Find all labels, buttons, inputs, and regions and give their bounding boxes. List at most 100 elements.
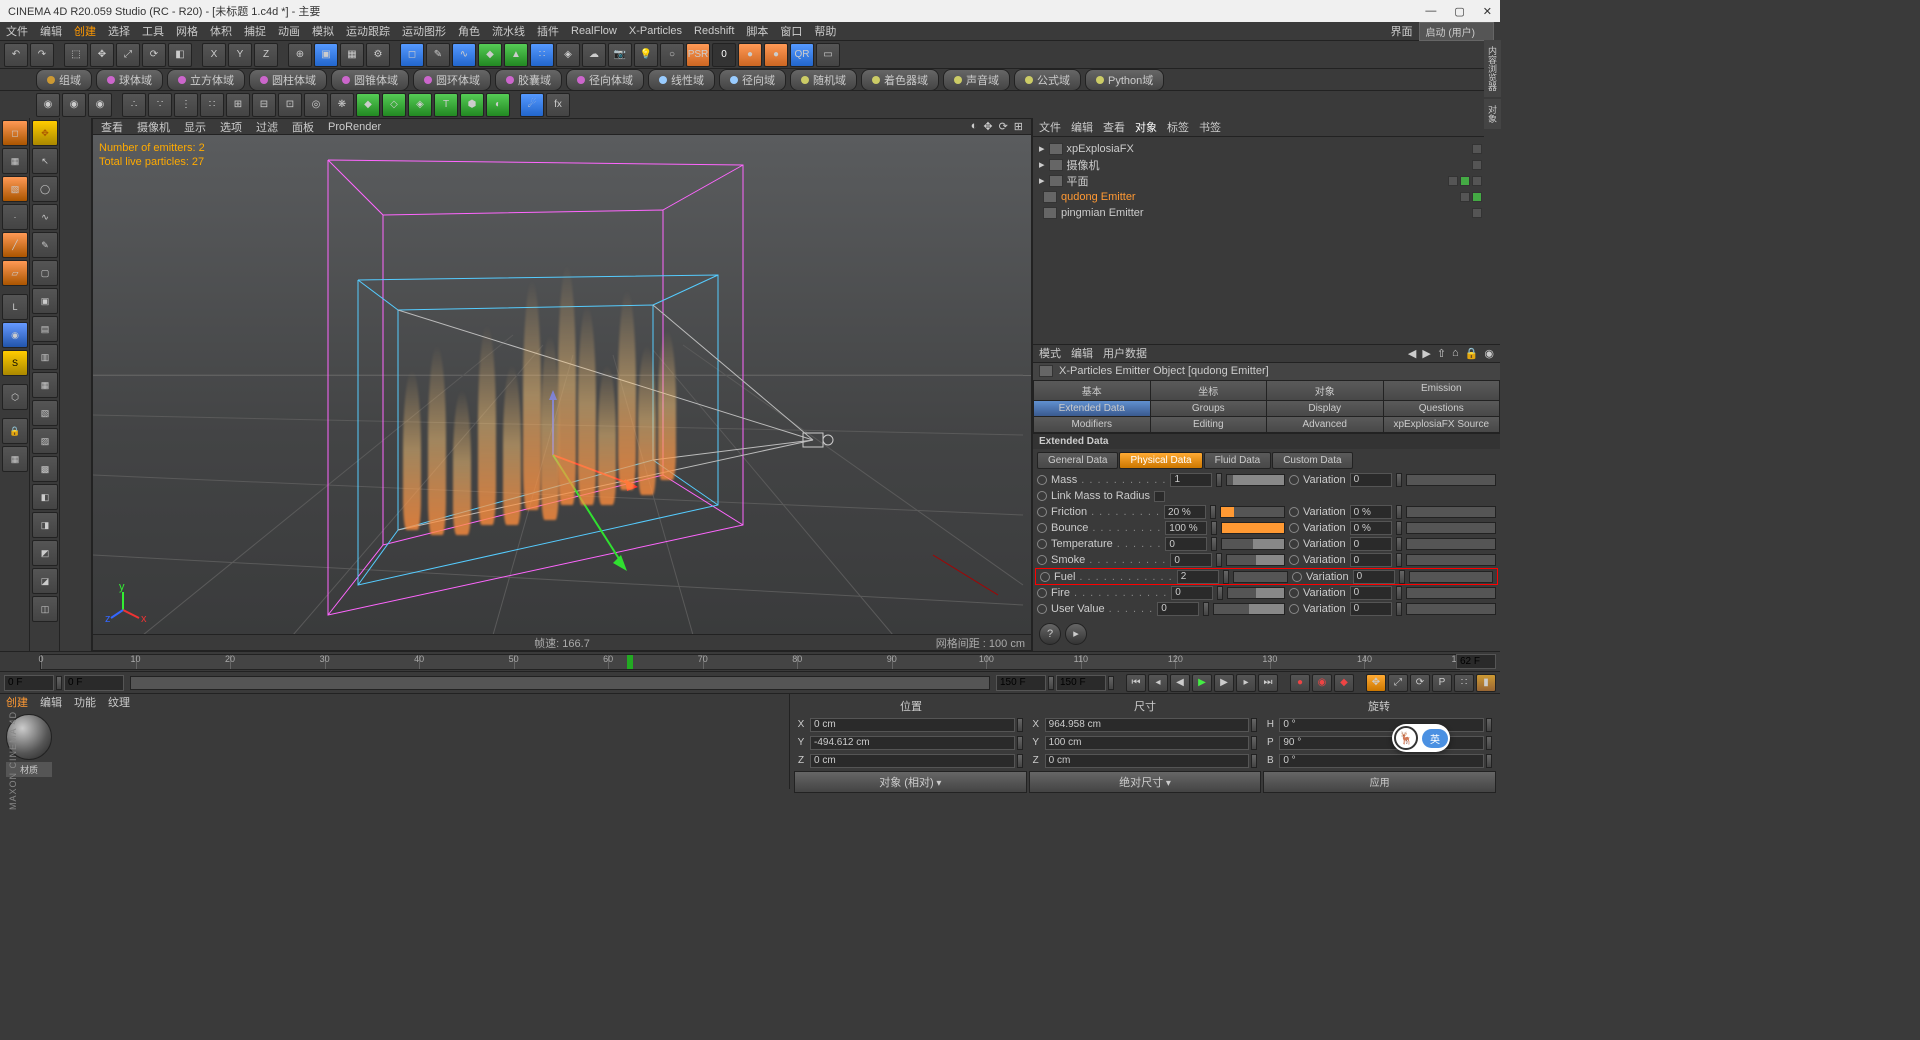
field-random[interactable]: 随机域 — [790, 69, 857, 91]
linkmass-checkbox[interactable] — [1154, 491, 1165, 502]
next-key-icon[interactable]: ▸ — [1236, 674, 1256, 692]
radio-icon[interactable] — [1037, 539, 1047, 549]
tab-object[interactable]: 对象 — [1267, 381, 1383, 400]
close-icon[interactable]: ✕ — [1483, 5, 1492, 18]
tab-basic[interactable]: 基本 — [1034, 381, 1150, 400]
layout-dropdown[interactable]: 启动 (用户) — [1419, 22, 1494, 41]
spline-icon[interactable]: ∿ — [452, 43, 476, 67]
spinner-icon[interactable] — [1216, 553, 1222, 567]
rot-P-input[interactable] — [1279, 736, 1484, 750]
timeline-ruler[interactable]: 0102030405060708090100110120130140150 — [40, 654, 1460, 670]
field-formula[interactable]: 公式域 — [1014, 69, 1081, 91]
obj-tab-object[interactable]: 对象 — [1135, 119, 1157, 135]
last-tool-icon[interactable]: ◧ — [168, 43, 192, 67]
field-radial[interactable]: 径向域 — [719, 69, 786, 91]
variation-slider[interactable] — [1406, 506, 1496, 518]
field-torus[interactable]: 圆环体域 — [413, 69, 491, 91]
variation-input[interactable] — [1350, 586, 1392, 600]
radio-icon[interactable] — [1037, 491, 1047, 501]
menu-plugin[interactable]: 插件 — [537, 23, 559, 39]
minimize-icon[interactable]: — — [1425, 5, 1436, 18]
environment-icon[interactable]: ☁ — [582, 43, 606, 67]
friction-input[interactable] — [1164, 505, 1206, 519]
object-row[interactable]: qudong Emitter — [1033, 189, 1500, 205]
menu-create[interactable]: 创建 — [74, 23, 96, 39]
vp-display[interactable]: 显示 — [184, 119, 206, 135]
mass-input[interactable] — [1170, 473, 1212, 487]
menu-file[interactable]: 文件 — [6, 23, 28, 39]
tab-advanced[interactable]: Advanced — [1267, 417, 1383, 432]
light-icon[interactable]: 💡 — [634, 43, 658, 67]
subdiv-icon[interactable]: ▲ — [504, 43, 528, 67]
spinner-icon[interactable] — [1017, 736, 1023, 750]
tool-13-icon[interactable]: ◫ — [32, 596, 58, 622]
menu-char[interactable]: 角色 — [458, 23, 480, 39]
vp-filter[interactable]: 过滤 — [256, 119, 278, 135]
obj-tab-tags[interactable]: 标签 — [1167, 119, 1189, 135]
range-end-input[interactable] — [996, 675, 1046, 691]
attr-up-icon[interactable]: ⇧ — [1437, 347, 1446, 360]
variation-input[interactable] — [1353, 570, 1395, 584]
radio-icon[interactable] — [1289, 588, 1299, 598]
xp-19-icon[interactable]: ☄ — [520, 93, 544, 117]
vp-view[interactable]: 查看 — [101, 119, 123, 135]
spinner-icon[interactable] — [1396, 586, 1402, 600]
menu-window[interactable]: 窗口 — [780, 23, 802, 39]
spinner-icon[interactable] — [1396, 537, 1402, 551]
viewport[interactable]: 查看 摄像机 显示 选项 过滤 面板 ProRender ◐ ✥ ⟳ ⊞ Num… — [92, 118, 1032, 651]
render-region-icon[interactable]: ▦ — [340, 43, 364, 67]
spinner-icon[interactable] — [1223, 570, 1229, 584]
menu-anim[interactable]: 动画 — [278, 23, 300, 39]
xp-13-icon[interactable]: ◆ — [356, 93, 380, 117]
ime-badge[interactable]: 🦌 英 — [1392, 724, 1450, 752]
axis-y-icon[interactable]: Y — [228, 43, 252, 67]
attr-back-icon[interactable]: ◀ — [1408, 347, 1416, 360]
fuel-slider[interactable] — [1233, 571, 1288, 583]
coord-mode-dropdown[interactable]: 对象 (相对) ▾ — [794, 771, 1027, 793]
vis-flag-icon[interactable] — [1472, 160, 1482, 170]
field-radial-body[interactable]: 径向体域 — [566, 69, 644, 91]
radio-icon[interactable] — [1289, 604, 1299, 614]
xp-3-icon[interactable]: ◉ — [88, 93, 112, 117]
menu-capture[interactable]: 捕捉 — [244, 23, 266, 39]
xp-2-icon[interactable]: ◉ — [62, 93, 86, 117]
help-icon[interactable]: ? — [1039, 623, 1061, 645]
spinner-icon[interactable] — [1108, 676, 1114, 690]
smoke-input[interactable] — [1170, 553, 1212, 567]
tool-1-icon[interactable]: ▢ — [32, 260, 58, 286]
key-scale-icon[interactable]: ⤢ — [1388, 674, 1408, 692]
spinner-icon[interactable] — [1396, 473, 1402, 487]
object-row[interactable]: ▸摄像机 — [1033, 157, 1500, 173]
variation-input[interactable] — [1350, 521, 1392, 535]
spinner-icon[interactable] — [1048, 676, 1054, 690]
attr-home-icon[interactable]: ⌂ — [1452, 347, 1459, 360]
variation-slider[interactable] — [1406, 554, 1496, 566]
tool-6-icon[interactable]: ▧ — [32, 400, 58, 426]
xp-fx-icon[interactable]: fx — [546, 93, 570, 117]
radio-icon[interactable] — [1292, 572, 1302, 582]
spinner-icon[interactable] — [1486, 736, 1492, 750]
variation-slider[interactable] — [1406, 538, 1496, 550]
radio-icon[interactable] — [1289, 555, 1299, 565]
tab-extended-data[interactable]: Extended Data — [1034, 401, 1150, 416]
rot-B-input[interactable] — [1279, 754, 1484, 768]
bounce-input[interactable] — [1165, 521, 1207, 535]
variation-slider[interactable] — [1409, 571, 1493, 583]
range-slider[interactable] — [130, 676, 990, 690]
vp-nav1-icon[interactable]: ◐ — [971, 120, 978, 133]
tool-9-icon[interactable]: ◧ — [32, 484, 58, 510]
tool-3-icon[interactable]: ▤ — [32, 316, 58, 342]
spinner-icon[interactable] — [56, 676, 62, 690]
spinner-icon[interactable] — [1217, 586, 1223, 600]
move-tool-icon[interactable]: ✥ — [32, 120, 58, 146]
spinner-icon[interactable] — [1251, 736, 1257, 750]
tab-coord[interactable]: 坐标 — [1151, 381, 1267, 400]
qr-icon[interactable]: QR — [790, 43, 814, 67]
viewport-canvas[interactable]: Number of emitters: 2 Total live particl… — [93, 135, 1031, 634]
spinner-icon[interactable] — [1017, 754, 1023, 768]
field-shader[interactable]: 着色器域 — [861, 69, 939, 91]
deformer-icon[interactable]: ◈ — [556, 43, 580, 67]
tab-emission[interactable]: Emission — [1384, 381, 1500, 400]
friction-slider[interactable] — [1220, 506, 1285, 518]
tool-11-icon[interactable]: ◩ — [32, 540, 58, 566]
